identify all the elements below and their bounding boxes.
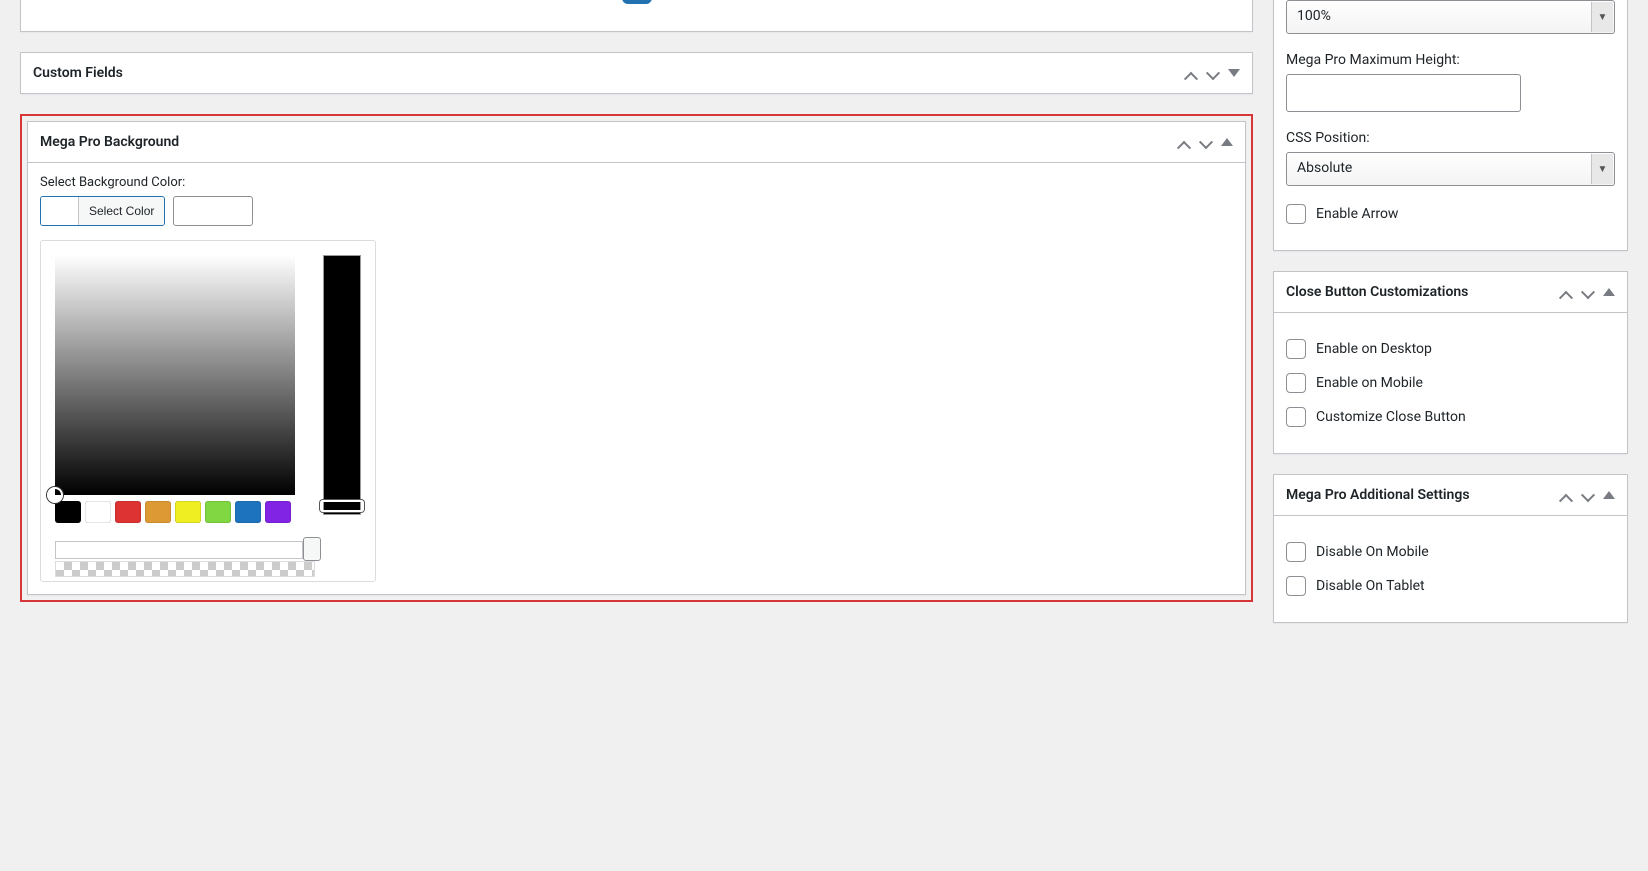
- palette-swatch[interactable]: [265, 501, 291, 523]
- chevron-down-icon: [1199, 135, 1213, 149]
- select-color-text: Select Color: [79, 197, 164, 225]
- enable-arrow-label: Enable Arrow: [1316, 206, 1398, 222]
- triangle-down-icon: [1228, 69, 1240, 77]
- palette-swatch[interactable]: [175, 501, 201, 523]
- transparency-preview: [55, 561, 315, 577]
- toggle-panel-button[interactable]: [1217, 134, 1237, 150]
- chevron-up-icon: [1184, 66, 1198, 80]
- select-color-button[interactable]: Select Color: [40, 196, 165, 226]
- enable-mobile-checkbox[interactable]: [1286, 373, 1306, 393]
- move-down-button[interactable]: [1577, 484, 1599, 506]
- move-up-button[interactable]: [1555, 281, 1577, 303]
- css-position-value: Absolute: [1297, 160, 1352, 176]
- palette-swatch[interactable]: [205, 501, 231, 523]
- move-up-button[interactable]: [1555, 484, 1577, 506]
- css-position-select[interactable]: Absolute ▼: [1286, 152, 1615, 186]
- color-palette: [55, 501, 295, 523]
- move-down-button[interactable]: [1195, 131, 1217, 153]
- move-down-button[interactable]: [1577, 281, 1599, 303]
- toggle-panel-button[interactable]: [1224, 65, 1244, 81]
- dropdown-arrow-icon: ▼: [1591, 2, 1613, 32]
- width-select-value: 100%: [1297, 8, 1331, 24]
- chevron-down-icon: [1581, 488, 1595, 502]
- close-button-title: Close Button Customizations: [1274, 272, 1555, 312]
- palette-swatch[interactable]: [115, 501, 141, 523]
- triangle-up-icon: [1603, 491, 1615, 499]
- enable-mobile-label: Enable on Mobile: [1316, 375, 1423, 391]
- color-picker: [40, 240, 376, 582]
- disable-mobile-label: Disable On Mobile: [1316, 544, 1429, 560]
- customize-close-label: Customize Close Button: [1316, 409, 1466, 425]
- triangle-up-icon: [1221, 138, 1233, 146]
- toggle-panel-button[interactable]: [1599, 487, 1619, 503]
- select-bgcolor-label: Select Background Color:: [40, 175, 1233, 190]
- highlighted-region: Mega Pro Background Select Background Co…: [20, 114, 1253, 602]
- additional-settings-panel: Mega Pro Additional Settings Disable On …: [1273, 474, 1628, 623]
- custom-fields-panel: Custom Fields: [20, 52, 1253, 94]
- chevron-down-icon: [1206, 66, 1220, 80]
- move-up-button[interactable]: [1173, 131, 1195, 153]
- max-height-label: Mega Pro Maximum Height:: [1286, 52, 1615, 68]
- alpha-handle[interactable]: [303, 537, 321, 561]
- toggle-panel-button[interactable]: [1599, 284, 1619, 300]
- chevron-up-icon: [1177, 135, 1191, 149]
- color-cursor[interactable]: [47, 487, 63, 503]
- palette-swatch[interactable]: [85, 501, 111, 523]
- mega-pro-bg-title: Mega Pro Background: [28, 122, 1173, 162]
- chevron-up-icon: [1559, 285, 1573, 299]
- enable-desktop-label: Enable on Desktop: [1316, 341, 1432, 357]
- alpha-track[interactable]: [55, 541, 303, 559]
- hex-input[interactable]: [173, 196, 253, 226]
- triangle-up-icon: [1603, 288, 1615, 296]
- additional-settings-title: Mega Pro Additional Settings: [1274, 475, 1555, 515]
- hue-handle[interactable]: [320, 500, 364, 512]
- enable-arrow-checkbox[interactable]: [1286, 204, 1306, 224]
- sidebar-top-panel: 100% ▼ Mega Pro Maximum Height: CSS Posi…: [1273, 0, 1628, 251]
- mega-pro-background-panel: Mega Pro Background Select Background Co…: [27, 121, 1246, 595]
- width-select[interactable]: 100% ▼: [1286, 0, 1615, 34]
- max-height-input[interactable]: [1286, 74, 1521, 112]
- disable-mobile-checkbox[interactable]: [1286, 542, 1306, 562]
- current-color-swatch: [41, 197, 79, 225]
- disable-tablet-checkbox[interactable]: [1286, 576, 1306, 596]
- palette-swatch[interactable]: [55, 501, 81, 523]
- drag-handle-indicator: [622, 0, 652, 4]
- color-saturation-square[interactable]: [55, 255, 295, 495]
- css-position-label: CSS Position:: [1286, 130, 1615, 146]
- color-hue-strip[interactable]: [323, 255, 361, 515]
- palette-swatch[interactable]: [145, 501, 171, 523]
- dropdown-arrow-icon: ▼: [1591, 154, 1613, 184]
- move-up-button[interactable]: [1180, 62, 1202, 84]
- palette-swatch[interactable]: [235, 501, 261, 523]
- close-button-panel: Close Button Customizations Enable on De…: [1273, 271, 1628, 454]
- move-down-button[interactable]: [1202, 62, 1224, 84]
- top-placeholder-panel: [20, 0, 1253, 32]
- custom-fields-title: Custom Fields: [21, 53, 1180, 93]
- chevron-up-icon: [1559, 488, 1573, 502]
- disable-tablet-label: Disable On Tablet: [1316, 578, 1425, 594]
- enable-desktop-checkbox[interactable]: [1286, 339, 1306, 359]
- customize-close-checkbox[interactable]: [1286, 407, 1306, 427]
- chevron-down-icon: [1581, 285, 1595, 299]
